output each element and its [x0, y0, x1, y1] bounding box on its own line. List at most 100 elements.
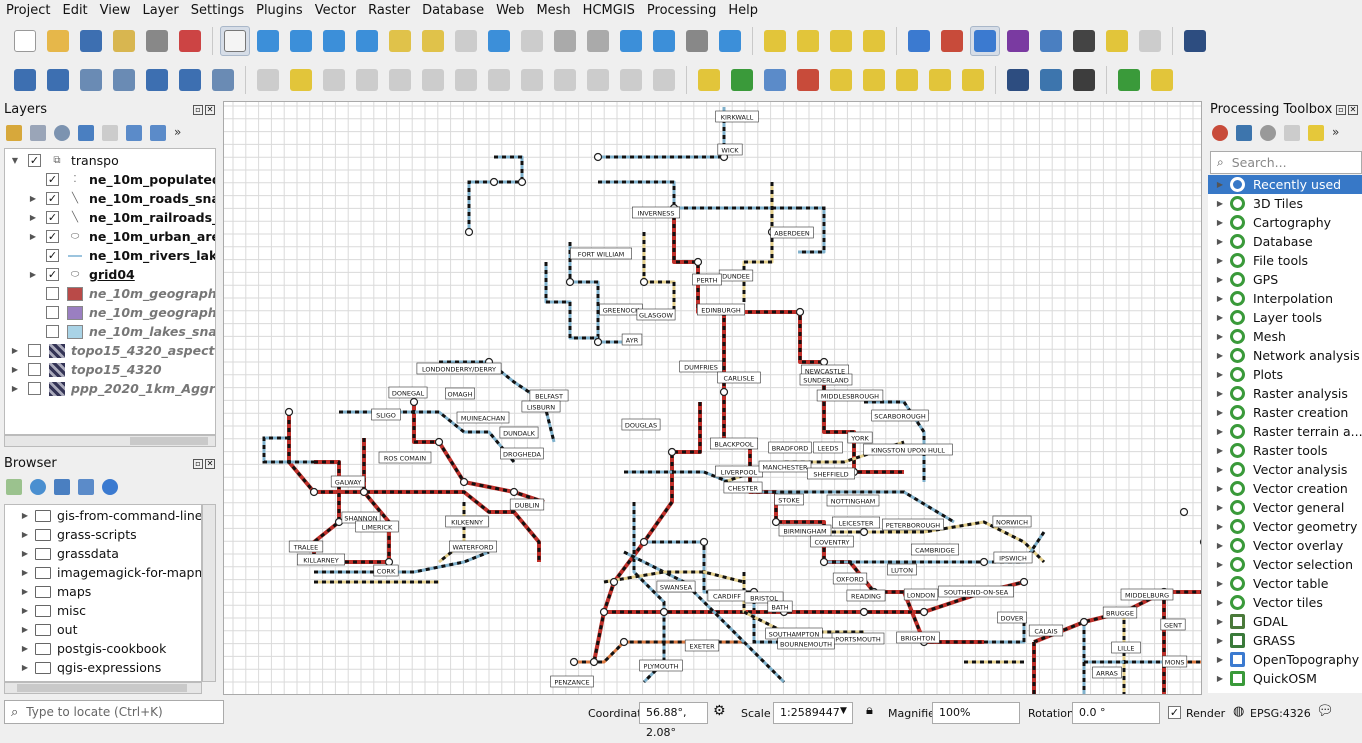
new-shapefile-button[interactable] — [76, 65, 106, 95]
zoom-next-button[interactable] — [517, 26, 547, 56]
layer-visibility-checkbox[interactable]: ✓ — [46, 211, 59, 224]
toolbox-item-vector-general[interactable]: ▶ Vector general — [1208, 498, 1362, 517]
layer-item[interactable]: ▶ ✓ ⬭ ne_10m_urban_areas_s — [5, 227, 215, 246]
filter-icon[interactable] — [54, 479, 70, 495]
modify-attributes-button[interactable] — [451, 65, 481, 95]
new-mesh-button[interactable] — [208, 65, 238, 95]
new-3d-view-button[interactable] — [583, 26, 613, 56]
extents-toggle-icon[interactable]: ⚙ — [713, 703, 726, 719]
chevron-right-icon[interactable]: ▶ — [19, 625, 31, 634]
label-pin-button[interactable] — [760, 65, 790, 95]
zoom-out-button[interactable] — [319, 26, 349, 56]
layer-item[interactable]: ✓ ⁚ ne_10m_populated_pla — [5, 170, 215, 189]
toolbox-item-quickosm[interactable]: ▶ QuickOSM — [1208, 669, 1362, 688]
chevron-right-icon[interactable]: ▶ — [1214, 484, 1226, 493]
menu-database[interactable]: Database — [416, 0, 490, 22]
settings-gear-button[interactable] — [970, 26, 1000, 56]
menu-plugins[interactable]: Plugins — [250, 0, 309, 22]
layer-visibility-checkbox[interactable] — [46, 306, 59, 319]
close-icon[interactable]: ✕ — [205, 459, 215, 469]
toolbox-item-vector-tiles[interactable]: ▶ Vector tiles — [1208, 593, 1362, 612]
locator-input[interactable]: ⌕ Type to locate (Ctrl+K) — [4, 700, 224, 724]
toolbox-item-vector-analysis[interactable]: ▶ Vector analysis — [1208, 460, 1362, 479]
attribute-table-button[interactable] — [937, 26, 967, 56]
open-table-button[interactable] — [1036, 26, 1066, 56]
identify-button[interactable] — [904, 26, 934, 56]
filter-expression-icon[interactable] — [102, 125, 118, 141]
new-map-view-button[interactable] — [550, 26, 580, 56]
horizontal-scrollbar[interactable] — [4, 682, 202, 694]
layer-item[interactable]: ▶ ppp_2020_1km_Aggregated — [5, 379, 215, 398]
save-project-button[interactable] — [76, 26, 106, 56]
layer-visibility-checkbox[interactable] — [28, 363, 41, 376]
zoom-full-button[interactable] — [352, 26, 382, 56]
toolbox-item-gdal[interactable]: ▶ GDAL — [1208, 612, 1362, 631]
layer-item[interactable]: ne_10m_geography_ma — [5, 284, 215, 303]
sum-button[interactable] — [1003, 26, 1033, 56]
zoom-to-selection-button[interactable] — [385, 26, 415, 56]
layer-item[interactable]: ne_10m_lakes_snap04 — [5, 322, 215, 341]
models-icon[interactable] — [1212, 125, 1228, 141]
float-icon[interactable]: ▫ — [193, 105, 203, 115]
browser-item[interactable]: ▶ qgis-expressions — [5, 658, 201, 677]
toolbox-item-vector-table[interactable]: ▶ Vector table — [1208, 574, 1362, 593]
browser-item[interactable]: ▶ grassdata — [5, 544, 201, 563]
chevron-right-icon[interactable]: ▶ — [1214, 408, 1226, 417]
vertex-tool-button[interactable] — [418, 65, 448, 95]
chevron-right-icon[interactable]: ▶ — [9, 384, 21, 393]
toolbox-item-vector-overlay[interactable]: ▶ Vector overlay — [1208, 536, 1362, 555]
chevron-right-icon[interactable]: ▶ — [1214, 351, 1226, 360]
chevron-right-icon[interactable]: ▶ — [19, 663, 31, 672]
layer-item[interactable]: ▶ ✓ ⬭ grid04 — [5, 265, 215, 284]
chevron-right-icon[interactable]: ▶ — [1214, 218, 1226, 227]
refresh-button[interactable] — [715, 26, 745, 56]
menu-mesh[interactable]: Mesh — [530, 0, 576, 22]
toolbox-item-raster-analysis[interactable]: ▶ Raster analysis — [1208, 384, 1362, 403]
new-virtual-layer-button[interactable] — [142, 65, 172, 95]
chevron-right-icon[interactable]: ▶ — [1214, 389, 1226, 398]
open-project-button[interactable] — [43, 26, 73, 56]
label-show-button[interactable] — [859, 65, 889, 95]
toolbox-item-vector-creation[interactable]: ▶ Vector creation — [1208, 479, 1362, 498]
toolbox-item-plots[interactable]: ▶ Plots — [1208, 365, 1362, 384]
menu-processing[interactable]: Processing — [641, 0, 722, 22]
style-icon[interactable] — [6, 125, 22, 141]
chevron-right-icon[interactable]: ▶ — [1214, 636, 1226, 645]
browser-item[interactable]: ▶ postgis-cookbook — [5, 639, 201, 658]
chevron-right-icon[interactable]: ▶ — [27, 194, 39, 203]
toolbox-item-cartography[interactable]: ▶ Cartography — [1208, 213, 1362, 232]
chevron-right-icon[interactable]: ▶ — [1214, 503, 1226, 512]
float-icon[interactable]: ▫ — [193, 459, 203, 469]
rotation-field[interactable]: 0.0 ° — [1072, 702, 1160, 724]
browser-item[interactable]: ▶ maps — [5, 582, 201, 601]
chevron-right-icon[interactable]: ▶ — [1214, 256, 1226, 265]
layer-item[interactable]: ▶ ✓ ╲ ne_10m_roads_snap04 — [5, 189, 215, 208]
toolbox-item-3d-tiles[interactable]: ▶ 3D Tiles — [1208, 194, 1362, 213]
redo-button[interactable] — [649, 65, 679, 95]
chevron-right-icon[interactable]: ▶ — [1214, 579, 1226, 588]
add-selected-layers-icon[interactable] — [6, 479, 22, 495]
collapse-all-icon[interactable] — [78, 479, 94, 495]
chevron-right-icon[interactable]: ▶ — [1214, 180, 1226, 189]
map-tips-button[interactable] — [1102, 26, 1132, 56]
close-icon[interactable]: ✕ — [1348, 105, 1358, 115]
chevron-down-icon[interactable]: ▼ — [840, 706, 847, 716]
chevron-right-icon[interactable]: ▶ — [9, 346, 21, 355]
zoom-native-button[interactable] — [451, 26, 481, 56]
crs-globe-icon[interactable]: ◍ — [1233, 704, 1244, 719]
layer-visibility-checkbox[interactable]: ✓ — [46, 249, 59, 262]
time-button[interactable] — [682, 26, 712, 56]
temporal-button[interactable] — [616, 26, 646, 56]
toolbox-item-layer-tools[interactable]: ▶ Layer tools — [1208, 308, 1362, 327]
help-button[interactable] — [1180, 26, 1210, 56]
zoom-in-button[interactable] — [286, 26, 316, 56]
info-icon[interactable] — [102, 479, 118, 495]
plugin-mountain-button[interactable] — [1069, 65, 1099, 95]
menu-web[interactable]: Web — [490, 0, 530, 22]
layout-manager-button[interactable] — [142, 26, 172, 56]
chevron-right-icon[interactable]: ▶ — [19, 549, 31, 558]
layer-visibility-checkbox[interactable]: ✓ — [28, 154, 41, 167]
current-edits-button[interactable] — [253, 65, 283, 95]
select-features-button[interactable] — [760, 26, 790, 56]
toolbox-item-file-tools[interactable]: ▶ File tools — [1208, 251, 1362, 270]
